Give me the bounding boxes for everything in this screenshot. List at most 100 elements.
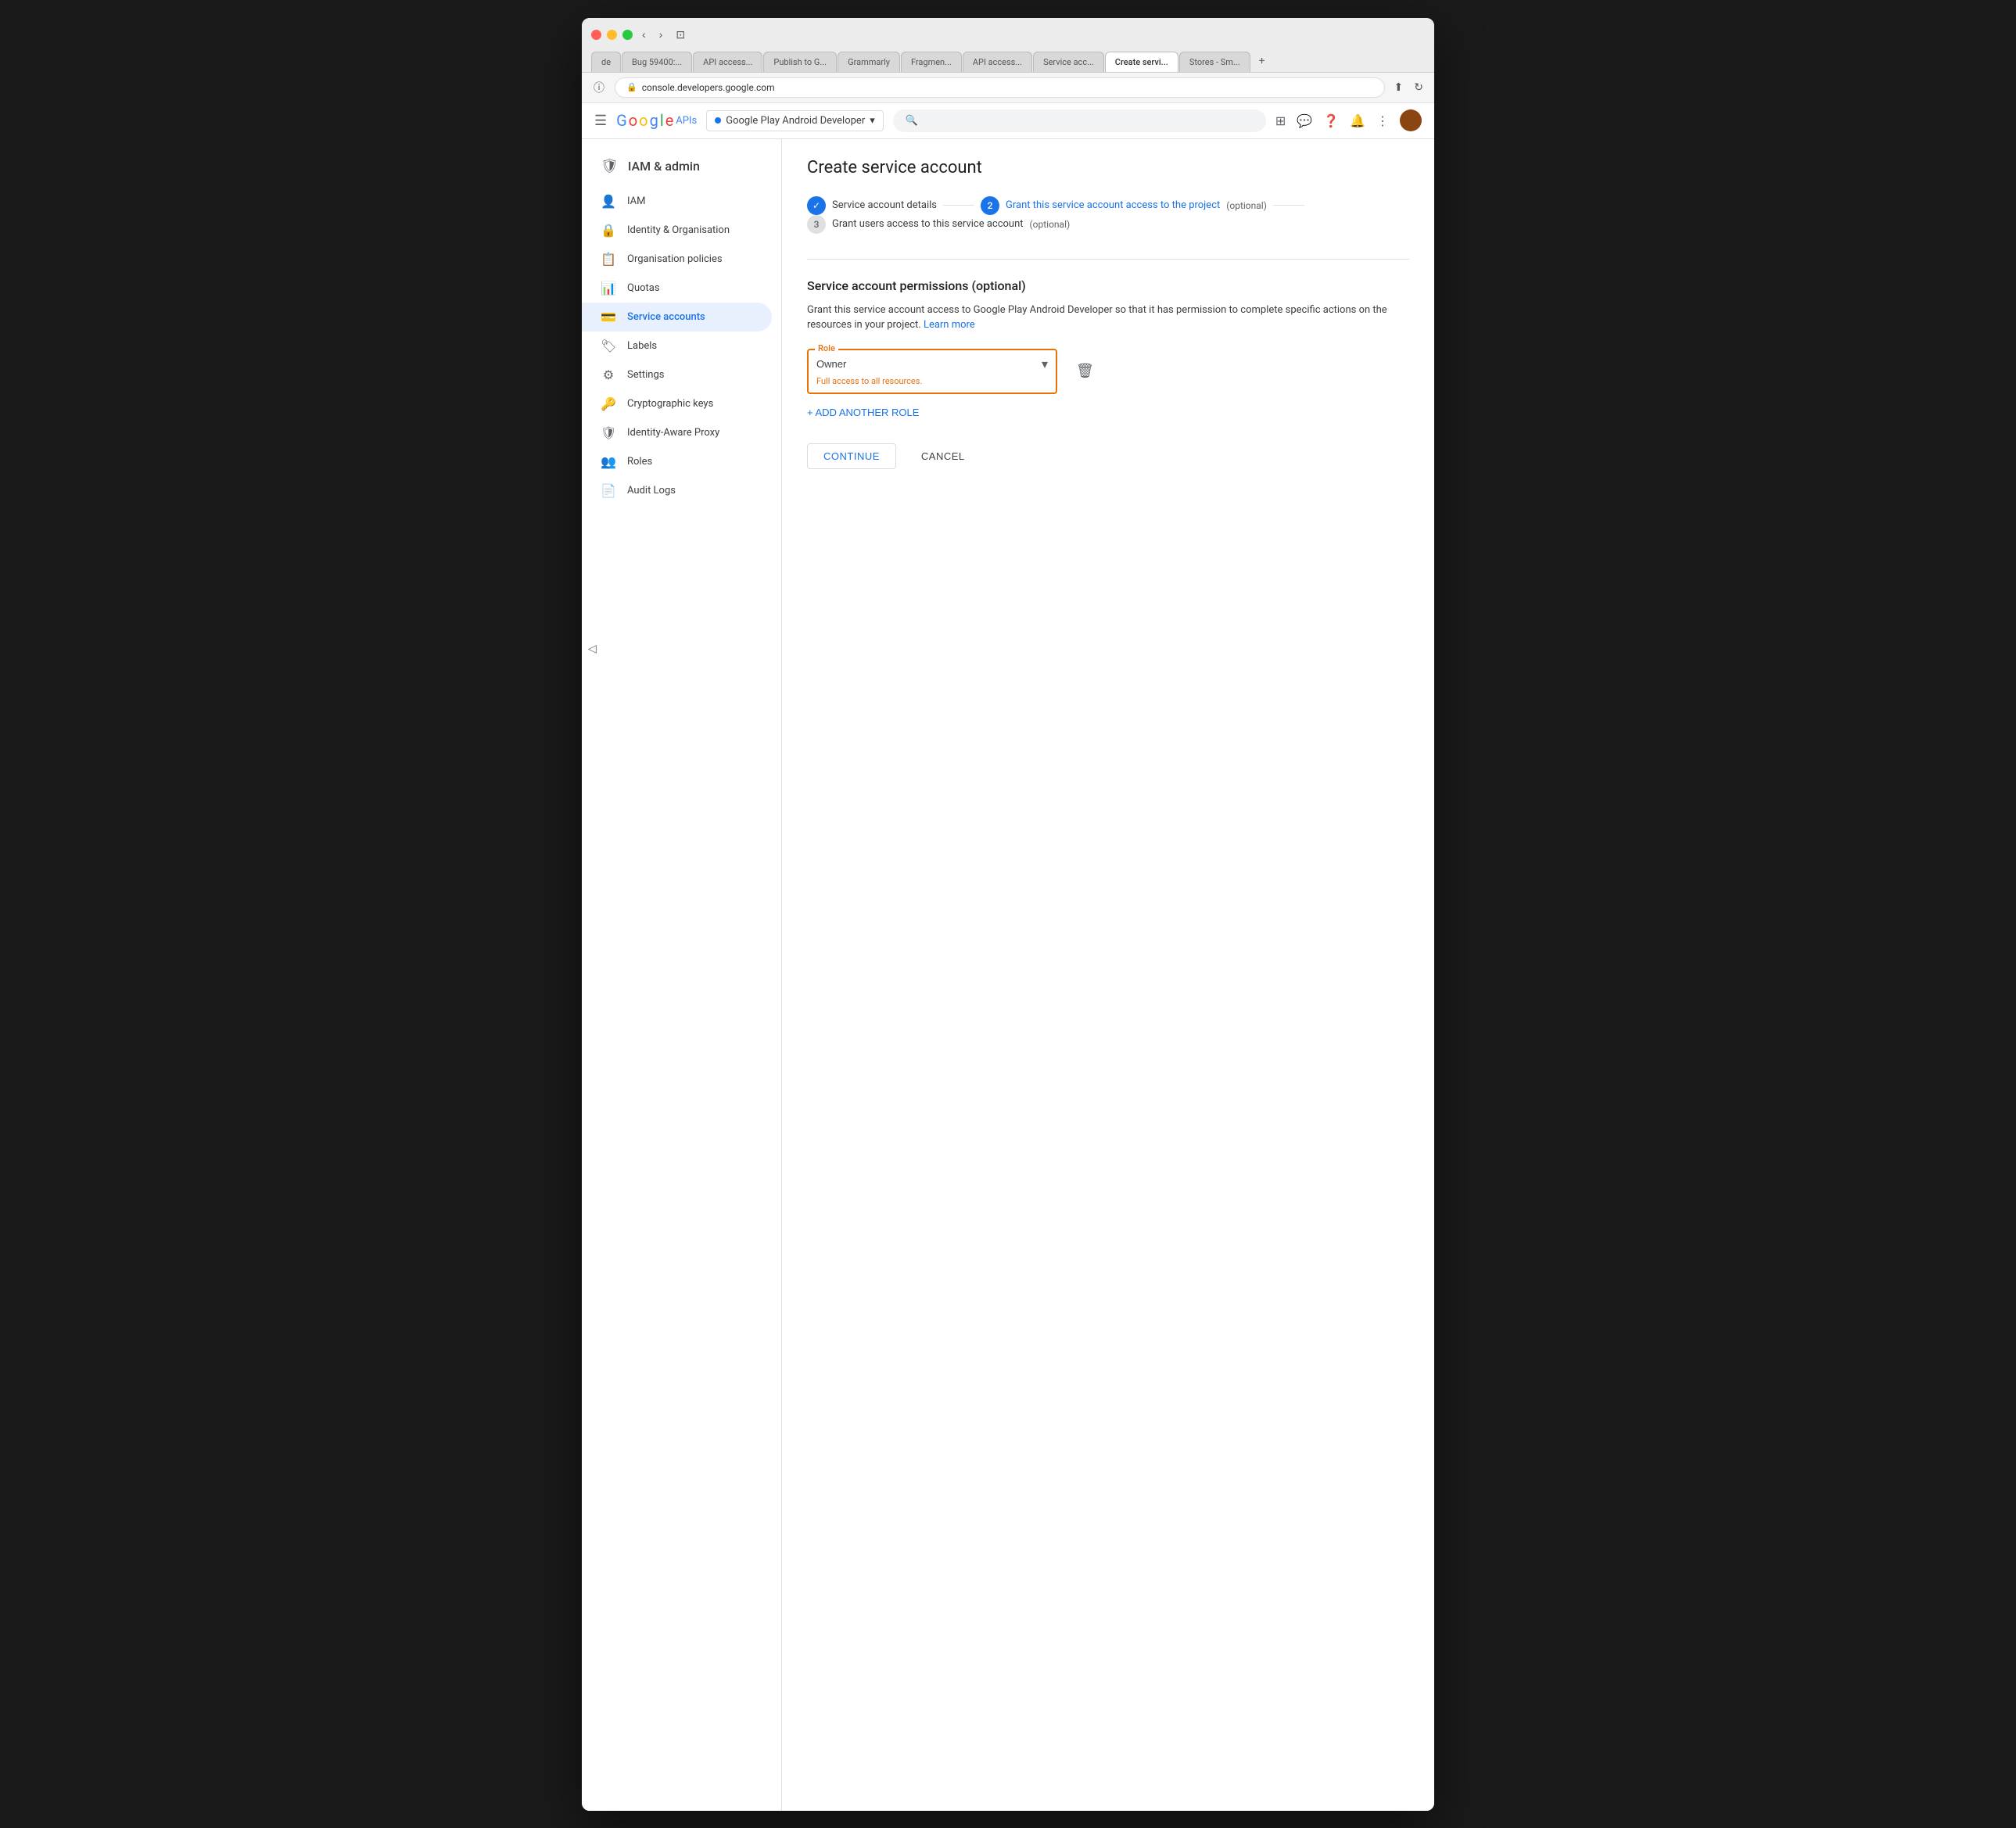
divider [807, 259, 1409, 260]
step-2: 2 Grant this service account access to t… [981, 196, 1267, 215]
nav-info-button[interactable]: ⓘ [590, 77, 608, 98]
notifications-icon[interactable]: 🔔 [1350, 113, 1365, 128]
role-select-wrapper: Owner Editor Viewer ▾ [816, 355, 1048, 373]
sidebar-item-iam[interactable]: 👤 IAM [582, 187, 772, 216]
sidebar-item-org-policies[interactable]: 📋 Organisation policies [582, 245, 772, 274]
menu-icon[interactable]: ☰ [594, 113, 607, 129]
service-accounts-icon: 💳 [601, 310, 616, 324]
step-1: ✓ Service account details [807, 196, 937, 215]
google-logo: Google APIs [616, 111, 697, 130]
step-2-label: Grant this service account access to the… [1006, 199, 1220, 211]
tab-create-service[interactable]: Create servi... [1105, 52, 1178, 72]
section-description: Grant this service account access to Goo… [807, 303, 1409, 333]
sidebar-item-quotas[interactable]: 📊 Quotas [582, 274, 772, 303]
tab-api1[interactable]: API access... [693, 52, 762, 72]
sidebar-item-identity[interactable]: 🔒 Identity & Organisation [582, 216, 772, 245]
sidebar-label-identity: Identity & Organisation [627, 224, 730, 236]
step-connector-2 [1273, 205, 1304, 206]
apis-label: APIs [676, 115, 697, 127]
back-button[interactable]: ‹ [638, 26, 650, 43]
main-content: Create service account ✓ Service account… [782, 139, 1434, 1811]
sidebar-label-roles: Roles [627, 456, 652, 468]
tab-bar: de Bug 59400:... API access... Publish t… [591, 50, 1425, 72]
chat-icon[interactable]: 💬 [1297, 113, 1312, 128]
sidebar-item-audit-logs[interactable]: 📄 Audit Logs [582, 476, 772, 505]
lock-icon: 🔒 [626, 82, 637, 92]
help-icon[interactable]: ❓ [1323, 113, 1339, 128]
tab-fragment[interactable]: Fragmen... [901, 52, 962, 72]
learn-more-link[interactable]: Learn more [924, 319, 975, 331]
tab-api2[interactable]: API access... [963, 52, 1032, 72]
navigation-bar: ⓘ 🔒 console.developers.google.com ⬆ ↻ [582, 73, 1434, 103]
address-bar[interactable]: 🔒 console.developers.google.com [615, 77, 1385, 98]
forward-button[interactable]: › [655, 26, 667, 43]
role-row: Role Owner Editor Viewer ▾ Full access t… [807, 349, 1409, 394]
section-desc-text: Grant this service account access to Goo… [807, 304, 1387, 332]
tab-stores[interactable]: Stores - Sm... [1179, 52, 1250, 72]
iap-icon: 🛡 [601, 425, 616, 440]
tab-add-button[interactable]: + [1251, 50, 1273, 72]
sidebar-header: 🛡 IAM & admin [582, 152, 781, 187]
sidebar-item-labels[interactable]: 🏷 Labels [582, 332, 772, 360]
iam-icon: 👤 [601, 194, 616, 209]
sidebar: 🛡 IAM & admin 👤 IAM 🔒 Identity & Organis… [582, 139, 782, 1811]
tab-bug[interactable]: Bug 59400:... [622, 52, 692, 72]
continue-button[interactable]: CONTINUE [807, 443, 896, 469]
sidebar-item-iap[interactable]: 🛡 Identity-Aware Proxy [582, 418, 772, 447]
google-bar-actions: ⊞ 💬 ❓ 🔔 ⋮ [1275, 109, 1422, 131]
sidebar-item-settings[interactable]: ⚙ Settings [582, 360, 772, 389]
search-icon: 🔍 [906, 115, 918, 127]
maximize-button[interactable] [622, 30, 633, 40]
tab-service[interactable]: Service acc... [1033, 52, 1104, 72]
tab-grammarly[interactable]: Grammarly [838, 52, 900, 72]
delete-role-button[interactable]: 🗑 [1070, 357, 1100, 385]
step-2-optional: (optional) [1226, 200, 1267, 211]
search-bar[interactable]: 🔍 [893, 109, 1266, 132]
section-title: Service account permissions (optional) [807, 278, 1409, 293]
minimize-button[interactable] [607, 30, 617, 40]
avatar[interactable] [1400, 109, 1422, 131]
settings-icon: ⚙ [601, 367, 616, 382]
org-policies-icon: 📋 [601, 252, 616, 267]
action-buttons: CONTINUE CANCEL [807, 443, 1409, 469]
reload-button[interactable]: ↻ [1411, 77, 1426, 97]
step-connector-1 [943, 205, 974, 206]
sidebar-label-quotas: Quotas [627, 282, 660, 294]
step-3: 3 Grant users access to this service acc… [807, 215, 1070, 234]
labels-icon: 🏷 [601, 339, 616, 353]
sidebar-title: IAM & admin [628, 159, 700, 174]
sidebar-item-crypto-keys[interactable]: 🔑 Cryptographic keys [582, 389, 772, 418]
step-2-circle: 2 [981, 196, 999, 215]
sidebar-item-service-accounts[interactable]: 💳 Service accounts [582, 303, 772, 332]
share-button[interactable]: ⬆ [1391, 77, 1407, 97]
step-1-circle: ✓ [807, 196, 826, 215]
sidebar-label-iap: Identity-Aware Proxy [627, 427, 719, 439]
sidebar-label-settings: Settings [627, 369, 664, 381]
url-text: console.developers.google.com [642, 82, 775, 93]
role-select[interactable]: Owner Editor Viewer [816, 355, 1048, 373]
role-fieldset: Role Owner Editor Viewer ▾ Full access t… [807, 349, 1057, 394]
project-name: Google Play Android Developer [726, 115, 865, 127]
google-bar: ☰ Google APIs Google Play Android Develo… [582, 103, 1434, 139]
more-icon[interactable]: ⋮ [1376, 113, 1389, 128]
tab-publish[interactable]: Publish to G... [763, 52, 837, 72]
cancel-button[interactable]: CANCEL [906, 443, 981, 469]
page-title: Create service account [807, 158, 1409, 177]
apps-icon[interactable]: ⊞ [1275, 113, 1286, 128]
project-chevron-icon: ▾ [870, 115, 875, 127]
reader-button[interactable]: ⊡ [672, 26, 689, 44]
roles-icon: 👥 [601, 454, 616, 469]
sidebar-label-labels: Labels [627, 340, 657, 352]
sidebar-item-roles[interactable]: 👥 Roles [582, 447, 772, 476]
sidebar-label-audit-logs: Audit Logs [627, 485, 676, 496]
step-3-label: Grant users access to this service accou… [832, 218, 1024, 230]
sidebar-label-iam: IAM [627, 195, 645, 207]
add-another-role-button[interactable]: + ADD ANOTHER ROLE [807, 400, 919, 425]
collapse-sidebar-button[interactable]: ◁ [588, 643, 597, 655]
project-dot [715, 117, 721, 124]
close-button[interactable] [591, 30, 601, 40]
project-selector[interactable]: Google Play Android Developer ▾ [706, 110, 884, 131]
tab-de[interactable]: de [591, 52, 621, 72]
step-1-label: Service account details [832, 199, 937, 211]
identity-icon: 🔒 [601, 223, 616, 238]
